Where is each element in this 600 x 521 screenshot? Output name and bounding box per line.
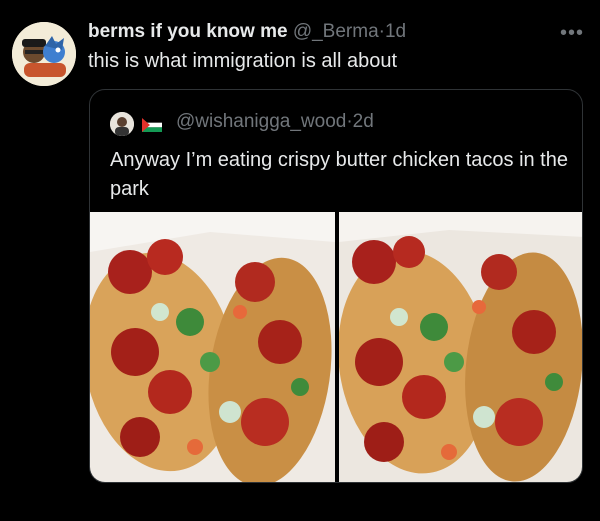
tweet-timestamp[interactable]: 1d — [385, 21, 406, 42]
author-handle[interactable]: @_Berma — [293, 21, 379, 42]
quoted-text: Anyway I’m eating crispy butter chicken … — [110, 149, 568, 200]
quoted-tweet[interactable]: @wishanigga_wood·2d Anyway I’m eating cr… — [89, 89, 583, 483]
author-name[interactable]: berms if you know me — [88, 21, 288, 42]
tacos-photo-2[interactable] — [339, 212, 582, 482]
palestine-flag-icon — [142, 118, 162, 132]
quoted-header: @wishanigga_wood·2d — [176, 111, 374, 133]
quoted-author-avatar[interactable] — [110, 112, 134, 136]
author-avatar[interactable] — [12, 22, 76, 86]
avatar-illustration-icon — [12, 22, 76, 86]
tweet-text: this is what immigration is all about — [88, 50, 398, 72]
quoted-author-handle[interactable]: @wishanigga_wood — [176, 111, 346, 132]
quoted-timestamp[interactable]: 2d — [353, 111, 374, 132]
more-options-icon[interactable]: ••• — [560, 22, 584, 45]
tacos-photo-1[interactable] — [90, 212, 335, 482]
tweet-header: berms if you know me @_Berma·1d — [88, 21, 406, 43]
avatar-photo-icon — [110, 112, 134, 136]
